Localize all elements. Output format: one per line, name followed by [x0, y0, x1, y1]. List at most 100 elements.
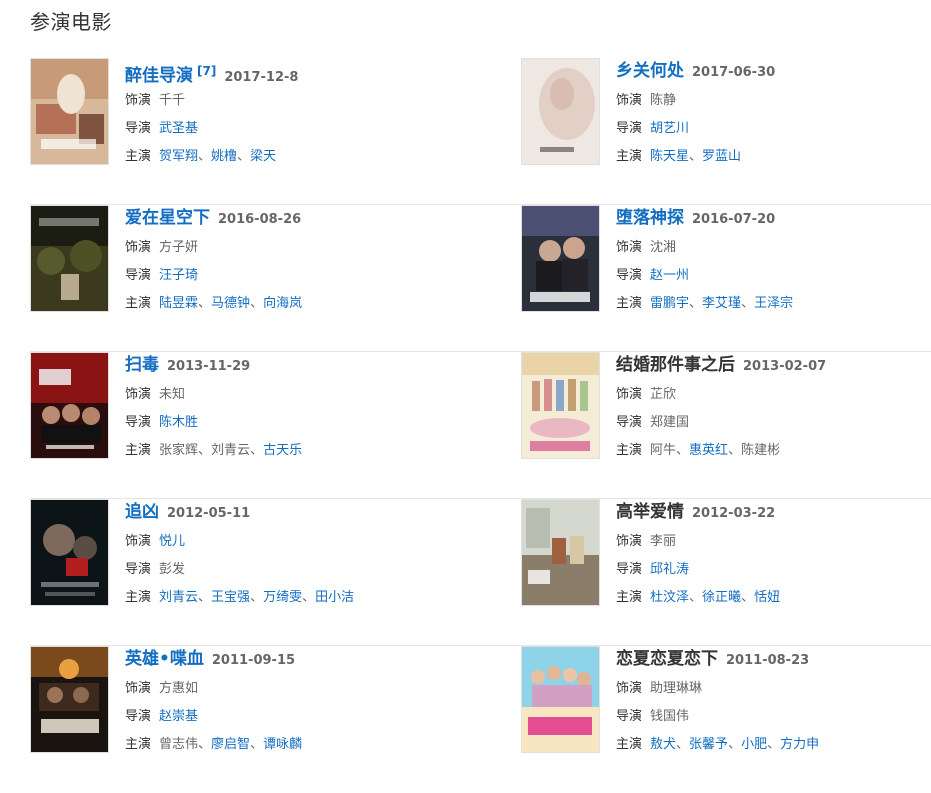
director-line: 导演 汪子琦 [125, 266, 445, 286]
poster-duoluo-shentan [522, 206, 599, 311]
actor-link[interactable]: 恬妞 [754, 590, 780, 605]
actor-link[interactable]: 张馨予 [689, 737, 728, 752]
director-link[interactable]: 邱礼涛 [650, 562, 689, 577]
starring-line: 主演 杜汶泽、徐正曦、恬妞 [616, 588, 931, 608]
actor-link[interactable]: 徐正曦 [702, 590, 741, 605]
actor-link[interactable]: 田小洁 [315, 590, 354, 605]
separator: 、 [198, 149, 212, 164]
separator: 、 [728, 443, 742, 458]
starring-label: 主演 [125, 443, 152, 458]
release-date: 2013-02-07 [743, 359, 827, 374]
reference-link[interactable]: [7] [197, 64, 216, 78]
movie-poster[interactable] [30, 646, 109, 753]
separator: 、 [250, 296, 264, 311]
director-label: 导演 [125, 121, 152, 136]
role-label: 饰演 [125, 240, 152, 255]
movie-poster[interactable] [521, 646, 600, 753]
actor-link[interactable]: 贺军翔 [159, 149, 198, 164]
movie-poster[interactable] [30, 58, 109, 165]
director-link[interactable]: 赵一州 [650, 268, 689, 283]
poster-xiangguan-hechu [522, 59, 599, 164]
release-date: 2016-08-26 [218, 212, 302, 227]
actor-link[interactable]: 王宝强 [211, 590, 250, 605]
role-label: 饰演 [125, 387, 152, 402]
actor-link[interactable]: 李艾瑾 [702, 296, 741, 311]
poster-zhuixiong [31, 500, 108, 605]
separator: 、 [689, 296, 703, 311]
actor-link[interactable]: 刘青云 [159, 590, 198, 605]
separator: 、 [198, 737, 212, 752]
director-line: 导演 郑建国 [616, 413, 931, 433]
release-date: 2011-08-23 [726, 653, 810, 668]
director-label: 导演 [616, 415, 643, 430]
movie-title[interactable]: 追凶 [125, 502, 159, 522]
role-value: 千千 [159, 93, 186, 108]
director-link[interactable]: 陈木胜 [159, 415, 198, 430]
role-label: 饰演 [616, 681, 643, 696]
movie-title[interactable]: 扫毒 [125, 355, 159, 375]
separator: 、 [198, 443, 212, 458]
director-link[interactable]: 汪子琦 [159, 268, 198, 283]
actor-link[interactable]: 马德钟 [211, 296, 250, 311]
actor-link[interactable]: 陈天星 [650, 149, 689, 164]
movie-poster[interactable] [521, 499, 600, 606]
starring-label: 主演 [616, 296, 643, 311]
role-label: 饰演 [616, 534, 643, 549]
movie-poster[interactable] [30, 205, 109, 312]
movie-title[interactable]: 英雄•喋血 [125, 649, 204, 669]
actor-link[interactable]: 万绮雯 [263, 590, 302, 605]
role-value: 方惠如 [159, 681, 199, 696]
starring-label: 主演 [125, 590, 152, 605]
director-link[interactable]: 武圣基 [159, 121, 198, 136]
separator: 、 [250, 443, 264, 458]
movie-card: 高举爱情 2012-03-22 饰演 李丽 导演 邱礼涛 主演 杜汶泽、徐正曦、恬妞 [521, 499, 931, 646]
actor-link[interactable]: 廖启智 [211, 737, 250, 752]
release-date: 2017-12-8 [224, 70, 299, 85]
role-line: 饰演 未知 [125, 385, 445, 405]
movie-title[interactable]: 乡关何处 [616, 61, 684, 81]
movie-title[interactable]: 堕落神探 [616, 208, 684, 228]
movie-title: 结婚那件事之后 [616, 355, 735, 375]
separator: 、 [198, 590, 212, 605]
actor-link[interactable]: 王泽宗 [754, 296, 793, 311]
director-line: 导演 钱国伟 [616, 707, 931, 727]
starring-label: 主演 [616, 443, 643, 458]
separator: 、 [741, 296, 755, 311]
movie-poster[interactable] [521, 352, 600, 459]
actor-link[interactable]: 敖犬 [650, 737, 676, 752]
movie-poster[interactable] [30, 499, 109, 606]
actor-link[interactable]: 雷鹏宇 [650, 296, 689, 311]
starring-line: 主演 曾志伟、廖启智、谭咏麟 [125, 735, 445, 755]
poster-lianxia [522, 647, 599, 752]
movie-title: 高举爱情 [616, 502, 684, 522]
director-line: 导演 胡艺川 [616, 119, 931, 139]
actor-link[interactable]: 方力申 [780, 737, 819, 752]
movie-poster[interactable] [521, 205, 600, 312]
movie-poster[interactable] [521, 58, 600, 165]
actor-link[interactable]: 小肥 [741, 737, 767, 752]
actor-link[interactable]: 罗蓝山 [702, 149, 741, 164]
director-link[interactable]: 赵崇基 [159, 709, 198, 724]
actor-link[interactable]: 向海岚 [263, 296, 302, 311]
role-link[interactable]: 悦儿 [159, 534, 185, 549]
movie-title[interactable]: 爱在星空下 [125, 208, 210, 228]
actor-link[interactable]: 谭咏麟 [263, 737, 302, 752]
actor-link[interactable]: 杜汶泽 [650, 590, 689, 605]
movie-poster[interactable] [30, 352, 109, 459]
movie-title[interactable]: 醉佳导演 [125, 66, 193, 86]
movie-card: 爱在星空下 2016-08-26 饰演 方子妍 导演 汪子琦 主演 陆昱霖、马德钟、向海… [30, 205, 450, 352]
starring-line: 主演 陈天星、罗蓝山 [616, 147, 931, 167]
starring-label: 主演 [125, 149, 152, 164]
director-line: 导演 赵崇基 [125, 707, 445, 727]
actor-link[interactable]: 梁天 [250, 149, 276, 164]
poster-gaoju-aiqing [522, 500, 599, 605]
actor-link[interactable]: 姚橹 [211, 149, 237, 164]
actor-link[interactable]: 古天乐 [263, 443, 302, 458]
separator: 、 [676, 443, 690, 458]
actor-link[interactable]: 陆昱霖 [159, 296, 198, 311]
director-link[interactable]: 胡艺川 [650, 121, 689, 136]
separator: 、 [689, 590, 703, 605]
movie-row: 醉佳导演 [7] 2017-12-8 饰演 千千 导演 武圣基 主演 贺军翔、姚橹、梁天 … [30, 58, 931, 205]
actor-link[interactable]: 惠英红 [689, 443, 728, 458]
role-line: 饰演 沈湘 [616, 238, 931, 258]
